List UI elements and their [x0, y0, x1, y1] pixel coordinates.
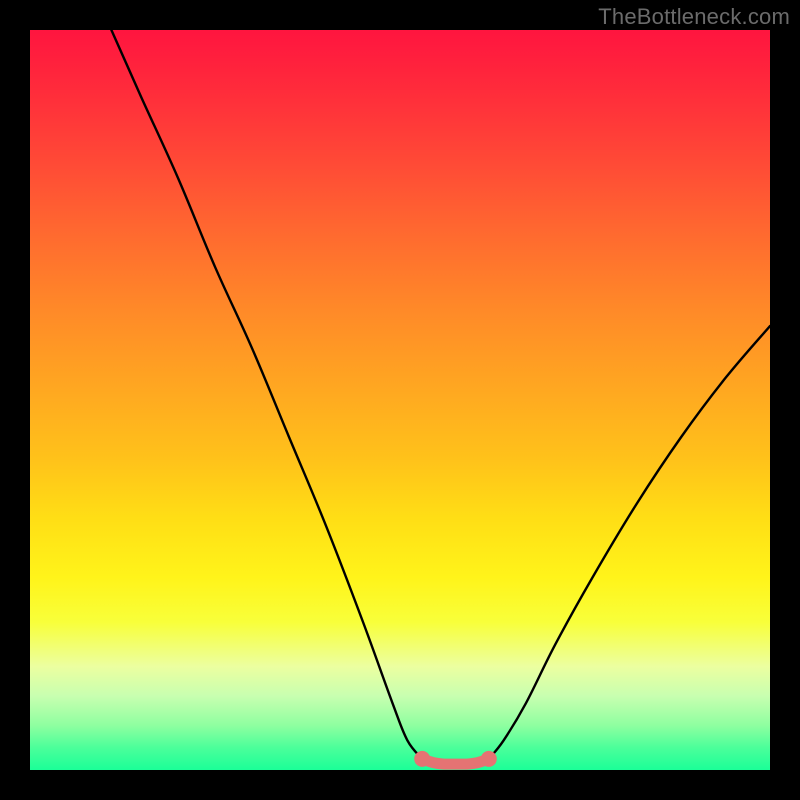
- series-right-branch: [489, 326, 770, 759]
- highlight-endpoint-1: [481, 751, 497, 767]
- curve-group: [111, 30, 770, 767]
- highlight-endpoint-0: [414, 751, 430, 767]
- series-left-branch: [111, 30, 422, 759]
- series-flat-bottom-highlight: [422, 759, 489, 764]
- plot-area: [30, 30, 770, 770]
- curve-svg: [30, 30, 770, 770]
- watermark-label: TheBottleneck.com: [598, 4, 790, 30]
- chart-frame: TheBottleneck.com: [0, 0, 800, 800]
